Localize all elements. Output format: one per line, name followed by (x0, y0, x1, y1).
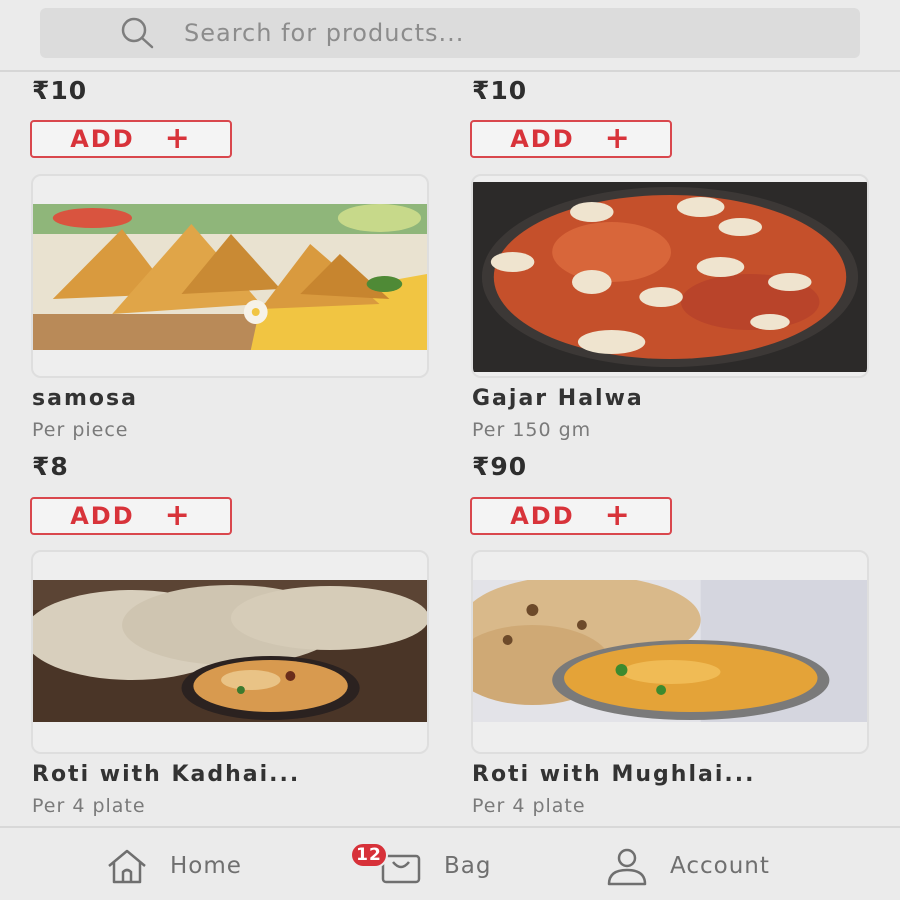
product-name: Gajar Halwa (472, 386, 644, 411)
nav-bag[interactable]: 12 Bag (350, 842, 492, 886)
add-button[interactable]: ADD + (30, 497, 232, 535)
home-icon (108, 849, 146, 884)
add-button[interactable]: ADD + (470, 120, 672, 158)
add-button-label: ADD (510, 125, 575, 153)
product-name: Roti with Kadhai... (32, 762, 301, 787)
bottom-nav: Home 12 Bag Account (0, 826, 900, 900)
product-name: samosa (32, 386, 138, 411)
add-button-label: ADD (70, 125, 135, 153)
plus-icon: + (604, 498, 632, 533)
product-price: ₹10 (32, 76, 88, 105)
product-image-card[interactable] (471, 550, 869, 754)
product-price: ₹10 (472, 76, 528, 105)
account-icon (607, 848, 647, 886)
product-unit: Per 150 gm (472, 419, 592, 441)
nav-account[interactable]: Account (604, 846, 770, 886)
product-unit: Per piece (32, 419, 129, 441)
search-header (0, 0, 900, 72)
plus-icon: + (604, 121, 632, 156)
nav-home-label: Home (170, 853, 242, 879)
nav-account-label: Account (670, 853, 770, 879)
search-input[interactable] (184, 11, 784, 55)
add-button-label: ADD (70, 502, 135, 530)
product-unit: Per 4 plate (32, 795, 146, 817)
samosa-photo (33, 204, 427, 350)
search-bar[interactable] (40, 8, 860, 58)
product-price: ₹8 (32, 452, 69, 481)
add-button[interactable]: ADD + (470, 497, 672, 535)
product-price: ₹90 (472, 452, 528, 481)
gajar-halwa-photo (473, 182, 867, 372)
bag-count-badge: 12 (350, 842, 388, 868)
product-image-card[interactable] (31, 550, 429, 754)
product-image-card[interactable] (31, 174, 429, 378)
plus-icon: + (164, 498, 192, 533)
nav-bag-label: Bag (444, 853, 492, 879)
roti-kadhai-photo (33, 580, 427, 722)
nav-home[interactable]: Home (104, 846, 242, 886)
search-icon (116, 11, 160, 55)
product-unit: Per 4 plate (472, 795, 586, 817)
product-name: Roti with Mughlai... (472, 762, 756, 787)
add-button-label: ADD (510, 502, 575, 530)
product-image-card[interactable] (471, 174, 869, 378)
product-list-screen: ₹10 ₹10 ADD + ADD + (0, 0, 900, 900)
plus-icon: + (164, 121, 192, 156)
add-button[interactable]: ADD + (30, 120, 232, 158)
roti-mughlai-photo (473, 580, 867, 722)
